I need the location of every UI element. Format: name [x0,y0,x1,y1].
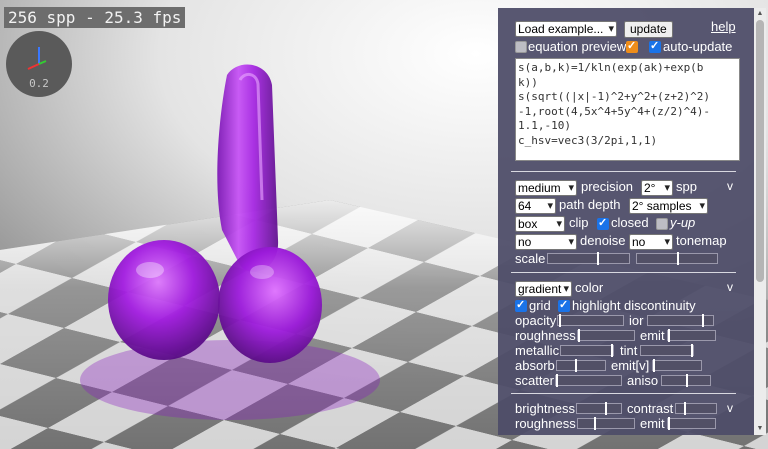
slider-thumb[interactable] [668,417,670,430]
slider-thumb[interactable] [597,252,599,265]
fps-counter: 256 spp - 25.3 fps [4,7,186,28]
light-roughness-slider[interactable] [577,417,635,430]
scrollbar-thumb[interactable] [756,20,764,282]
opacity-slider[interactable] [557,314,624,327]
equation-line: -1,root(4,5x^4+5y^4+(z/2)^4)- [518,104,711,118]
equation-editor[interactable]: s(a,b,k)=1/kln(exp(ak)+exp(b k)) s(sqrt(… [515,58,740,161]
slider-thumb[interactable] [691,344,693,357]
scale-label: scale [515,251,546,266]
example-select[interactable]: Load example... [515,21,617,37]
equation-line: s(sqrt((|x|-1)^2+y^2+(z+2)^2) [518,90,711,104]
light-emit-slider[interactable] [667,417,716,430]
slider-thumb[interactable] [686,374,688,387]
denoise-select[interactable]: no [515,234,577,250]
slider-thumb[interactable] [702,314,704,327]
scatter-label: scatter [515,373,555,388]
closed-label: closed [611,215,649,230]
gizmo-scale-label: 0.2 [29,77,49,90]
emit-label: emit [640,328,665,343]
scale-slider[interactable] [547,252,630,265]
slider-thumb[interactable] [556,374,558,387]
equation-line: k)) [518,75,538,89]
emit-slider[interactable] [667,329,716,342]
highlight-checkbox[interactable] [558,298,570,312]
scatter-slider[interactable] [555,374,622,387]
roughness-slider[interactable] [577,329,635,342]
slider-thumb[interactable] [594,417,596,430]
aniso-slider[interactable] [661,374,711,387]
slider-thumb[interactable] [605,402,607,415]
color-mode-select[interactable]: gradient [515,281,572,297]
grid-checkbox[interactable] [515,298,527,312]
divider [511,272,736,273]
tonemap-select[interactable]: no [629,234,673,250]
grid-label: grid [529,298,551,313]
help-link[interactable]: help [711,19,736,34]
precision-label: precision [581,179,634,194]
light-emit-label: emit [640,416,665,431]
slider-thumb[interactable] [611,344,613,357]
absorb-label: absorb [515,358,555,373]
denoise-label: denoise [580,233,626,248]
equation-line: c_hsv=vec3(3/2pi,1,1) [518,133,658,147]
contrast-label: contrast [627,401,674,416]
axis-gizmo[interactable]: 0.2 [6,31,72,97]
slider-thumb[interactable] [575,359,577,372]
spp-label: spp [676,179,697,194]
path-depth-label: path depth [559,197,621,212]
light-roughness-label: roughness [515,416,576,431]
divider [511,393,736,394]
slider-thumb[interactable] [684,402,686,415]
y-up-label: y-up [670,215,696,230]
equation-line: s(a,b,k)=1/kln(exp(ak)+exp(b [518,61,704,74]
aniso-label: aniso [627,373,659,388]
contrast-slider[interactable] [675,402,717,415]
clip-select[interactable]: box [515,216,565,232]
slider-thumb[interactable] [677,252,679,265]
equation-line: 1.1,-10) [518,119,571,133]
equation-preview-checkbox[interactable] [515,41,527,53]
roughness-label: roughness [515,328,576,343]
slider-thumb[interactable] [578,329,580,342]
scroll-up-icon[interactable]: ▲ [754,8,766,20]
slider-thumb[interactable] [668,329,670,342]
ior-label: ior [629,313,644,328]
color-label: color [575,280,604,295]
tint-slider[interactable] [640,344,694,357]
collapse-lighting-icon[interactable]: v [727,401,733,415]
closed-checkbox[interactable] [597,216,609,230]
brightness-slider[interactable] [576,402,622,415]
highlight-label: highlight discontinuity [572,298,696,313]
spp-select[interactable]: 2° [641,180,673,196]
brightness-label: brightness [515,401,575,416]
emit-v-label: emit[v] [611,358,650,373]
collapse-material-icon[interactable]: v [727,280,733,294]
equation-preview-toggle[interactable] [626,39,638,53]
metallic-label: metallic [515,343,560,358]
slider-thumb[interactable] [653,359,655,372]
samples-select[interactable]: 2° samples [629,198,708,214]
slider-thumb[interactable] [559,314,561,327]
precision-select[interactable]: medium [515,180,577,196]
path-depth-select[interactable]: 64 [515,198,556,214]
emit-v-slider[interactable] [652,359,702,372]
update-button[interactable]: update [624,21,673,38]
scroll-down-icon[interactable]: ▼ [754,423,766,435]
opacity-label: opacity [515,313,557,328]
divider [511,171,736,172]
tonemap-label: tonemap [676,233,727,248]
metallic-slider[interactable] [560,344,614,357]
scale-slider-2[interactable] [636,252,718,265]
clip-label: clip [569,215,589,230]
ior-slider[interactable] [647,314,714,327]
absorb-slider[interactable] [556,359,606,372]
auto-update-checkbox[interactable] [649,39,661,53]
equation-preview-label: equation preview [528,39,627,54]
tint-label: tint [620,343,638,358]
auto-update-label: auto-update [663,39,733,54]
y-up-checkbox[interactable] [656,218,668,230]
collapse-render-icon[interactable]: v [727,179,733,193]
